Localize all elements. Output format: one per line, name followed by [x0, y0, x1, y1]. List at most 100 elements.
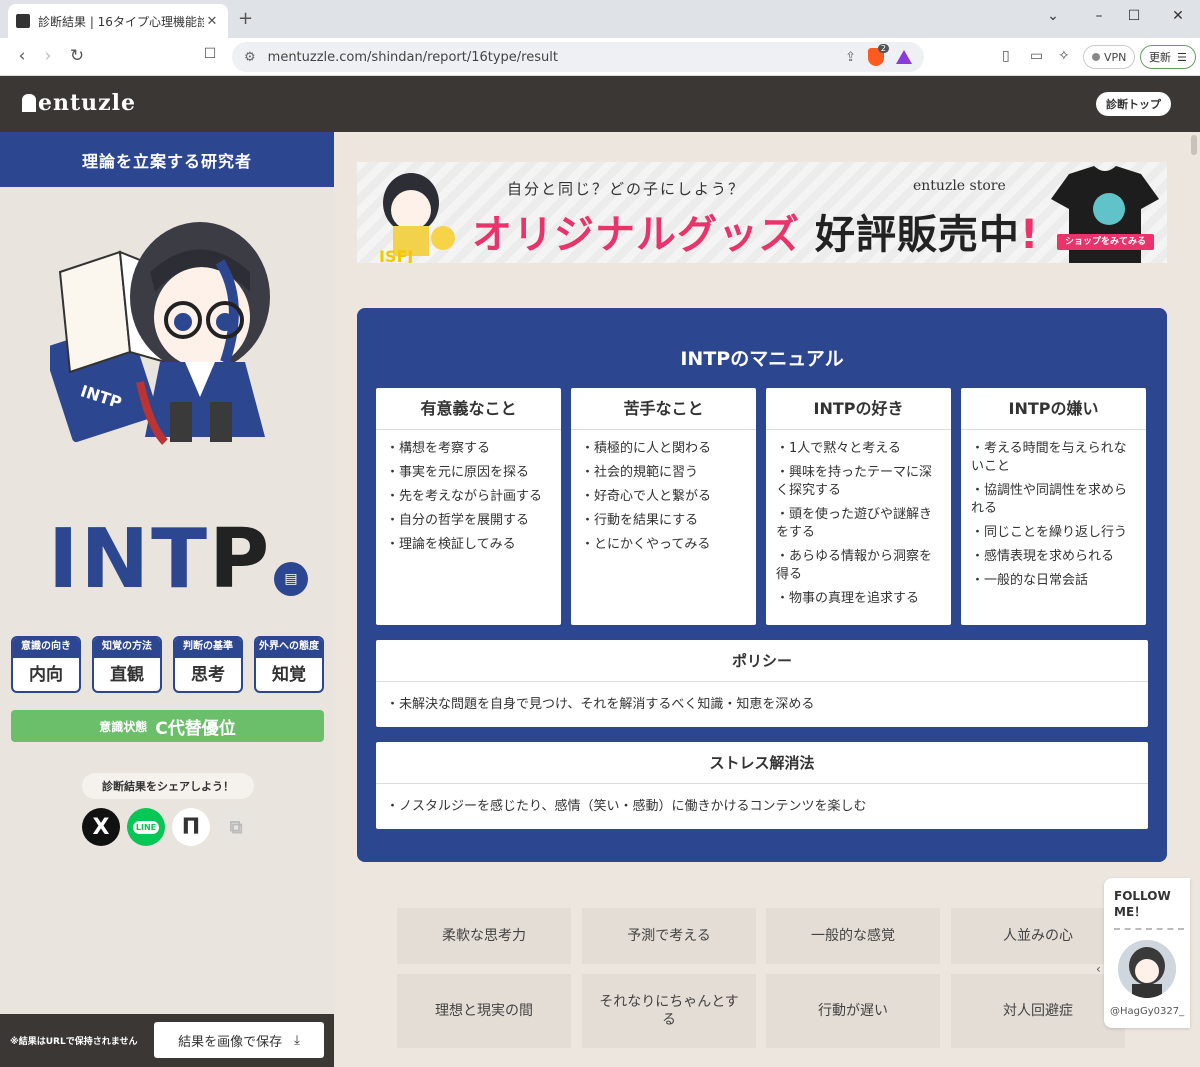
follow-label-line1: FOLLOW [1114, 889, 1171, 903]
site-header: entuzle 診断トップ [0, 76, 1200, 132]
menu-icon: ☰ [1177, 50, 1187, 64]
close-window-icon[interactable]: ✕ [1168, 8, 1188, 24]
divider [1114, 928, 1184, 930]
update-label: 更新 [1149, 51, 1171, 64]
copy-link-icon[interactable]: ⧉ [217, 808, 255, 846]
headline-excl: ! [1019, 212, 1040, 258]
share-icon[interactable]: ⇪ [845, 50, 856, 65]
logo-mark-icon [22, 94, 36, 112]
site-settings-icon[interactable]: ⚙ [244, 50, 256, 65]
sidebar-toggle-icon[interactable]: ▯ [1002, 48, 1010, 64]
url-text[interactable]: mentuzzle.com/shindan/report/16type/resu… [268, 50, 845, 65]
leo-ai-icon[interactable]: ✧ [1058, 48, 1070, 64]
new-tab-button[interactable]: + [238, 8, 253, 29]
list-item: 構想を考察する [386, 440, 553, 458]
card-meaningful: 有意義なこと 構想を考察する 事実を元に原因を探る 先を考えながら計画する 自分… [376, 388, 561, 625]
headline-pink: オリジナルグッズ [472, 212, 800, 258]
minimize-icon[interactable]: – [1089, 8, 1109, 24]
share-prompt: 診断結果をシェアしよう！ [82, 773, 254, 799]
list-item: 先を考えながら計画する [386, 488, 553, 506]
brave-rewards-icon[interactable] [896, 50, 912, 64]
list-item: 興味を持ったテーマに深く探究する [776, 464, 943, 500]
list-item: 事実を元に原因を探る [386, 464, 553, 482]
share-misskey-icon[interactable]: Π [172, 808, 210, 846]
list-item: 好奇心で人と繋がる [581, 488, 748, 506]
card-items: 構想を考察する 事実を元に原因を探る 先を考えながら計画する 自分の哲学を展開す… [376, 430, 561, 554]
function-attitude: 意識の向き 内向 [11, 636, 81, 693]
card-weak-at: 苦手なこと 積極的に人と関わる 社会的規範に習う 好奇心で人と繋がる 行動を結果… [571, 388, 756, 625]
isfj-chibi-illustration: ISFJ [379, 173, 455, 263]
save-note: ※結果はURLで保持されません [10, 1037, 138, 1047]
follow-label: FOLLOW ME！ [1114, 888, 1171, 920]
reload-icon[interactable]: ↻ [67, 46, 87, 66]
list-item: 一般的な日常会話 [971, 572, 1138, 590]
list-item: 1人で黙々と考える [776, 440, 943, 458]
site-favicon-icon [16, 14, 30, 28]
card-title: 有意義なこと [376, 388, 561, 430]
function-value: 直観 [110, 665, 144, 685]
collapse-arrow-icon[interactable]: ‹ [1096, 962, 1101, 976]
browser-tab-bar: 診断結果 | 16タイプ心理機能診断 ✕ + ⌄ – ☐ ✕ [0, 0, 1200, 38]
stress-text: ノスタルジーを感じたり、感情（笑い・感動）に働きかけるコンテンツを楽しむ [376, 784, 1148, 829]
trait-tag: 行動が遅い [766, 974, 940, 1048]
close-tab-icon[interactable]: ✕ [204, 14, 220, 29]
brave-shield-icon[interactable]: 2 [868, 44, 889, 66]
trait-tag: 人並みの心 [951, 908, 1125, 964]
list-item: あらゆる情報から洞察を得る [776, 548, 943, 584]
state-label: 意識状態 [99, 719, 148, 734]
line-logo-icon: LINE [132, 820, 160, 834]
cognitive-functions: 意識の向き 内向 知覚の方法 直観 判断の基準 思考 外界への態度 知覚 [11, 636, 324, 693]
goods-banner[interactable]: ISFJ 自分と同じ？どの子にしよう？ オリジナルグッズ 好評販売中! entu… [357, 162, 1167, 263]
wallet-icon[interactable]: ▭ [1030, 48, 1043, 64]
page-scrollbar[interactable] [1191, 135, 1197, 155]
address-bar[interactable]: ⚙ mentuzzle.com/shindan/report/16type/re… [232, 42, 924, 72]
maximize-icon[interactable]: ☐ [1124, 8, 1144, 24]
function-value: 内向 [29, 665, 63, 685]
type-manual: INTPのマニュアル 有意義なこと 構想を考察する 事実を元に原因を探る 先を考… [357, 308, 1167, 862]
follow-me-widget[interactable]: ‹ FOLLOW ME！ @HagGy0327_ [1096, 878, 1190, 1028]
list-item: 積極的に人と関わる [581, 440, 748, 458]
store-logo: entuzle store [913, 178, 1006, 194]
forward-icon[interactable]: › [38, 46, 58, 66]
tab-title: 診断結果 | 16タイプ心理機能診断 [38, 14, 204, 29]
card-items: 積極的に人と関わる 社会的規範に習う 好奇心で人と繋がる 行動を結果にする とに… [571, 430, 756, 554]
list-item: 感情表現を求められる [971, 548, 1138, 566]
function-perception: 知覚の方法 直観 [92, 636, 162, 693]
save-image-label: 結果を画像で保存 [178, 1034, 283, 1050]
banner-headline: オリジナルグッズ 好評販売中! [472, 202, 1039, 260]
follow-label-line2: ME！ [1114, 905, 1147, 919]
policy-title: ポリシー [376, 640, 1148, 682]
function-value: 思考 [191, 665, 225, 685]
vpn-button[interactable]: VPN [1083, 45, 1136, 69]
policy-text: 未解決な問題を自身で見つけ、それを解消するべく知識・知恵を深める [376, 682, 1148, 727]
back-icon[interactable]: ‹ [12, 46, 32, 66]
vpn-label: VPN [1104, 50, 1127, 64]
state-value: C代替優位 [155, 718, 236, 739]
trait-tag: 柔軟な思考力 [397, 908, 571, 964]
tab-search-chevron-icon[interactable]: ⌄ [1043, 8, 1063, 24]
function-judgement: 判断の基準 思考 [173, 636, 243, 693]
author-handle: @HagGy0327_ [1110, 1006, 1185, 1017]
function-title: 知覚の方法 [94, 638, 160, 658]
save-image-button[interactable]: 結果を画像で保存 ⤓ [154, 1022, 324, 1058]
bookmark-icon[interactable]: ☐ [200, 46, 220, 62]
banner-subtitle: 自分と同じ？どの子にしよう？ [507, 180, 746, 198]
card-likes: INTPの好き 1人で黙々と考える 興味を持ったテーマに深く探究する 頭を使った… [766, 388, 951, 625]
site-logo[interactable]: entuzle [22, 90, 136, 116]
vpn-status-icon [1092, 53, 1100, 61]
headline-dark: 好評販売中 [814, 212, 1020, 258]
chibi-type-label: ISFJ [379, 247, 413, 263]
share-x-button[interactable]: X [82, 808, 120, 846]
shop-cta-button[interactable]: ショップをみてみる [1057, 234, 1155, 250]
function-title: 意識の向き [13, 638, 79, 658]
list-item: 物事の真理を追求する [776, 590, 943, 608]
manual-cards: 有意義なこと 構想を考察する 事実を元に原因を探る 先を考えながら計画する 自分… [376, 388, 1148, 625]
browser-tab[interactable]: 診断結果 | 16タイプ心理機能診断 ✕ [8, 4, 228, 38]
list-item: 行動を結果にする [581, 512, 748, 530]
update-button[interactable]: 更新 ☰ [1140, 45, 1196, 69]
diagnosis-top-button[interactable]: 診断トップ [1096, 92, 1171, 116]
share-line-button[interactable]: LINE [127, 808, 165, 846]
policy-panel: ポリシー 未解決な問題を自身で見つけ、それを解消するべく知識・知恵を深める [376, 640, 1148, 727]
function-lifestyle: 外界への態度 知覚 [254, 636, 324, 693]
stress-relief-panel: ストレス解消法 ノスタルジーを感じたり、感情（笑い・感動）に働きかけるコンテンツ… [376, 742, 1148, 829]
